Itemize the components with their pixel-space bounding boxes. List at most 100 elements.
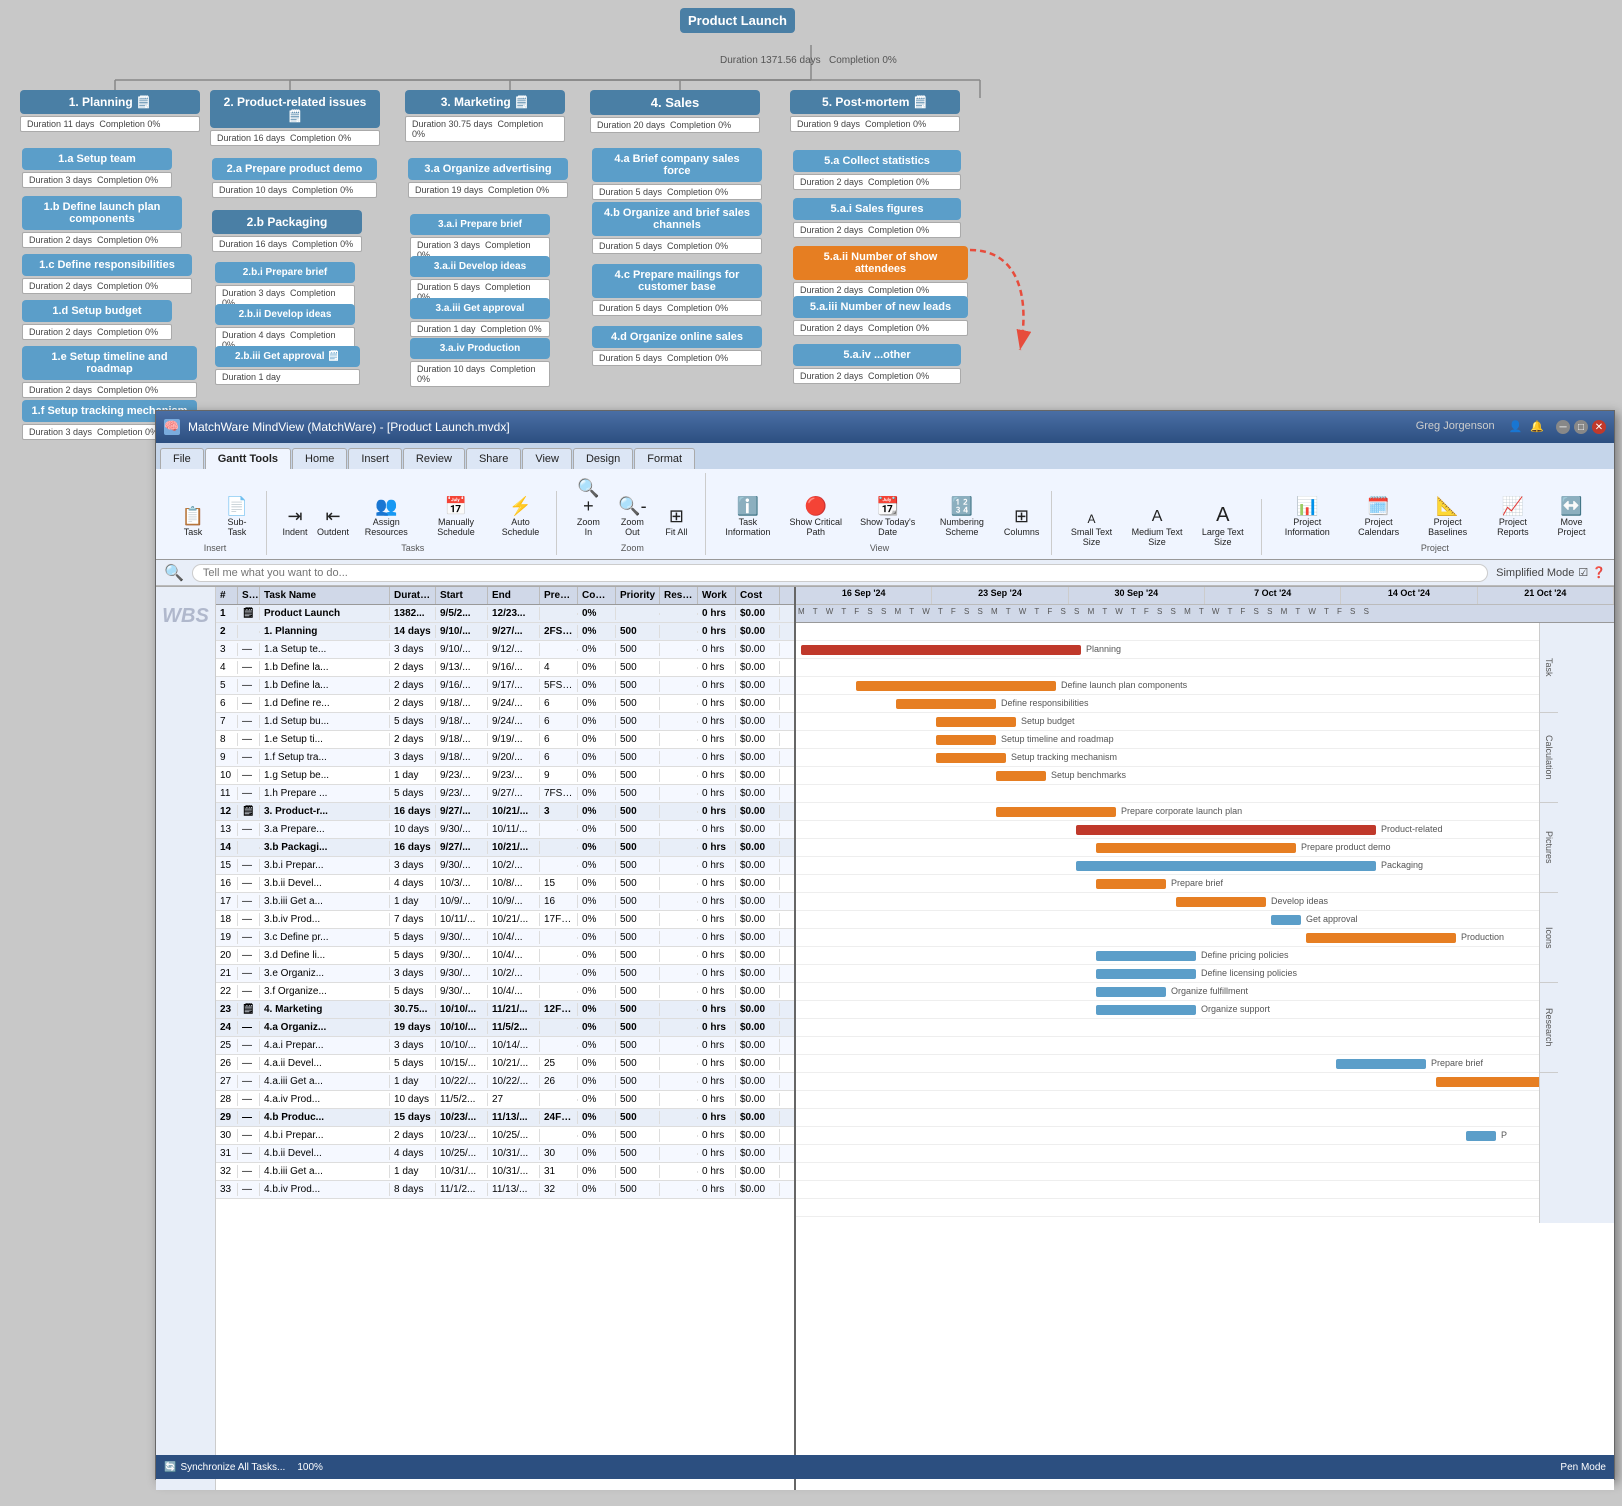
table-row[interactable]: 30 — 4.b.i Prepar... 2 days 10/23/... 10… [216, 1127, 794, 1145]
research-tab[interactable]: Research [1540, 983, 1558, 1073]
project-reports-button[interactable]: 📈 Project Reports [1483, 493, 1543, 541]
branch-product[interactable]: 2. Product-related issues 🗒 Duration 16 … [210, 90, 380, 146]
table-row[interactable]: 23 🗒 4. Marketing 30.75... 10/10/... 11/… [216, 1001, 794, 1019]
branch-sales[interactable]: 4. Sales Duration 20 days Completion 0% [590, 90, 760, 133]
task-tab[interactable]: Task [1540, 623, 1558, 713]
table-row[interactable]: 6 — 1.d Define re... 2 days 9/18/... 9/2… [216, 695, 794, 713]
node-sales-brief[interactable]: 4.a Brief company sales force Duration 5… [592, 148, 762, 200]
table-row[interactable]: 14 3.b Packagi... 16 days 9/27/... 10/21… [216, 839, 794, 857]
node-setup-budget[interactable]: 1.d Setup budget Duration 2 days Complet… [22, 300, 172, 340]
node-define-resp[interactable]: 1.c Define responsibilities Duration 2 d… [22, 254, 192, 294]
ribbon-tab-design[interactable]: Design [573, 448, 633, 469]
project-info-button[interactable]: 📊 Project Information [1272, 493, 1343, 541]
icons-tab[interactable]: Icons [1540, 893, 1558, 983]
node-define-launch[interactable]: 1.b Define launch plan components Durati… [22, 196, 182, 248]
node-new-leads[interactable]: 5.a.iii Number of new leads Duration 2 d… [793, 296, 968, 336]
project-baselines-button[interactable]: 📐 Project Baselines [1415, 493, 1481, 541]
node-mailings[interactable]: 4.c Prepare mailings for customer base D… [592, 264, 762, 316]
table-row[interactable]: 15 — 3.b.i Prepar... 3 days 9/30/... 10/… [216, 857, 794, 875]
table-row[interactable]: 31 — 4.b.ii Devel... 4 days 10/25/... 10… [216, 1145, 794, 1163]
assign-resources-button[interactable]: 👥 Assign Resources [353, 493, 419, 541]
table-row[interactable]: 19 — 3.c Define pr... 5 days 9/30/... 10… [216, 929, 794, 947]
node-setup-team[interactable]: 1.a Setup team Duration 3 days Completio… [22, 148, 172, 188]
close-button[interactable]: ✕ [1592, 420, 1606, 434]
table-row[interactable]: 2 1. Planning 14 days 9/10/... 9/27/... … [216, 623, 794, 641]
node-pkg-approval[interactable]: 2.b.iii Get approval 🗒 Duration 1 day [215, 346, 360, 385]
ribbon-tab-file[interactable]: File [160, 448, 204, 469]
node-collect-stats[interactable]: 5.a Collect statistics Duration 2 days C… [793, 150, 961, 190]
table-row[interactable]: 5 — 1.b Define la... 2 days 9/16/... 9/1… [216, 677, 794, 695]
table-row[interactable]: 3 — 1.a Setup te... 3 days 9/10/... 9/12… [216, 641, 794, 659]
table-row[interactable]: 26 — 4.a.ii Devel... 5 days 10/15/... 10… [216, 1055, 794, 1073]
table-row[interactable]: 4 — 1.b Define la... 2 days 9/13/... 9/1… [216, 659, 794, 677]
table-row[interactable]: 13 — 3.a Prepare... 10 days 9/30/... 10/… [216, 821, 794, 839]
small-text-button[interactable]: A Small Text Size [1062, 509, 1122, 551]
medium-text-button[interactable]: A Medium Text Size [1123, 505, 1190, 551]
ribbon-tab-review[interactable]: Review [403, 448, 465, 469]
task-information-button[interactable]: ℹ️ Task Information [716, 493, 779, 541]
node-sales-channels[interactable]: 4.b Organize and brief sales channels Du… [592, 202, 762, 254]
node-mkt-approval[interactable]: 3.a.iii Get approval Duration 1 day Comp… [410, 298, 550, 337]
ribbon-tab-home[interactable]: Home [292, 448, 347, 469]
fit-all-button[interactable]: ⊞ Fit All [655, 503, 697, 541]
node-online-sales[interactable]: 4.d Organize online sales Duration 5 day… [592, 326, 762, 366]
node-organize-adv[interactable]: 3.a Organize advertising Duration 19 day… [408, 158, 568, 198]
pictures-tab[interactable]: Pictures [1540, 803, 1558, 893]
table-row[interactable]: 28 — 4.a.iv Prod... 10 days 11/5/2... 27… [216, 1091, 794, 1109]
table-row[interactable]: 29 — 4.b Produc... 15 days 10/23/... 11/… [216, 1109, 794, 1127]
node-product-demo[interactable]: 2.a Prepare product demo Duration 10 day… [212, 158, 377, 198]
maximize-button[interactable]: □ [1574, 420, 1588, 434]
zoom-out-button[interactable]: 🔍- Zoom Out [611, 493, 653, 541]
ribbon-tab-format[interactable]: Format [634, 448, 695, 469]
node-setup-timeline[interactable]: 1.e Setup timeline and roadmap Duration … [22, 346, 197, 398]
table-row[interactable]: 9 — 1.f Setup tra... 3 days 9/18/... 9/2… [216, 749, 794, 767]
indent-button[interactable]: ⇥ Indent [277, 503, 313, 541]
zoom-in-button[interactable]: 🔍+ Zoom In [567, 475, 609, 541]
node-other[interactable]: 5.a.iv ...other Duration 2 days Completi… [793, 344, 961, 384]
table-row[interactable]: 32 — 4.b.iii Get a... 1 day 10/31/... 10… [216, 1163, 794, 1181]
simplified-mode-toggle[interactable]: Simplified Mode ☑ ❓ [1496, 566, 1606, 579]
table-row[interactable]: 24 — 4.a Organiz... 19 days 10/10/... 11… [216, 1019, 794, 1037]
ribbon-tab-share[interactable]: Share [466, 448, 521, 469]
branch-marketing[interactable]: 3. Marketing 🗒 Duration 30.75 days Compl… [405, 90, 565, 142]
move-project-button[interactable]: ↔️ Move Project [1545, 493, 1598, 541]
task-button[interactable]: 📋 Task [172, 503, 214, 541]
table-row[interactable]: 17 — 3.b.iii Get a... 1 day 10/9/... 10/… [216, 893, 794, 911]
central-node[interactable]: Product Launch [680, 8, 795, 33]
outdent-button[interactable]: ⇤ Outdent [315, 503, 351, 541]
branch-planning[interactable]: 1. Planning 🗒 Duration 11 days Completio… [20, 90, 200, 132]
node-mkt-production[interactable]: 3.a.iv Production Duration 10 days Compl… [410, 338, 550, 387]
search-input[interactable] [192, 564, 1488, 582]
table-row[interactable]: 22 — 3.f Organize... 5 days 9/30/... 10/… [216, 983, 794, 1001]
table-row[interactable]: 27 — 4.a.iii Get a... 1 day 10/22/... 10… [216, 1073, 794, 1091]
subtask-button[interactable]: 📄 Sub-Task [216, 493, 258, 541]
branch-postmortem[interactable]: 5. Post-mortem 🗒 Duration 9 days Complet… [790, 90, 960, 132]
ribbon-tab-view[interactable]: View [522, 448, 572, 469]
table-row[interactable]: 11 — 1.h Prepare ... 5 days 9/23/... 9/2… [216, 785, 794, 803]
table-row[interactable]: 12 🗒 3. Product-r... 16 days 9/27/... 10… [216, 803, 794, 821]
table-row[interactable]: 25 — 4.a.i Prepar... 3 days 10/10/... 10… [216, 1037, 794, 1055]
table-row[interactable]: 33 — 4.b.iv Prod... 8 days 11/1/2... 11/… [216, 1181, 794, 1199]
numbering-button[interactable]: 🔢 Numbering Scheme [925, 493, 998, 541]
table-row[interactable]: 21 — 3.e Organiz... 3 days 9/30/... 10/2… [216, 965, 794, 983]
project-calendars-button[interactable]: 🗓️ Project Calendars [1345, 493, 1413, 541]
node-sales-figures[interactable]: 5.a.i Sales figures Duration 2 days Comp… [793, 198, 961, 238]
table-row[interactable]: 18 — 3.b.iv Prod... 7 days 10/11/... 10/… [216, 911, 794, 929]
ribbon-tab-insert[interactable]: Insert [348, 448, 402, 469]
table-area[interactable]: # Sch. Task Name Durati... Start End Pre… [216, 587, 796, 1490]
large-text-button[interactable]: A Large Text Size [1193, 501, 1253, 551]
todays-date-button[interactable]: 📆 Show Today's Date [852, 493, 923, 541]
calculation-tab[interactable]: Calculation [1540, 713, 1558, 803]
manually-schedule-button[interactable]: 📅 Manually Schedule [421, 493, 490, 541]
node-attendees[interactable]: 5.a.ii Number of show attendees Duration… [793, 246, 968, 298]
auto-schedule-button[interactable]: ⚡ Auto Schedule [493, 493, 549, 541]
table-row[interactable]: 20 — 3.d Define li... 5 days 9/30/... 10… [216, 947, 794, 965]
pen-mode-status[interactable]: Pen Mode [1560, 1462, 1606, 1473]
table-row[interactable]: 10 — 1.g Setup be... 1 day 9/23/... 9/23… [216, 767, 794, 785]
minimize-button[interactable]: ─ [1556, 420, 1570, 434]
sync-status[interactable]: 🔄 Synchronize All Tasks... [164, 1462, 285, 1473]
table-row[interactable]: 8 — 1.e Setup ti... 2 days 9/18/... 9/19… [216, 731, 794, 749]
ribbon-tab-gantt-tools[interactable]: Gantt Tools [205, 448, 291, 469]
critical-path-button[interactable]: 🔴 Show Critical Path [781, 493, 850, 541]
table-row[interactable]: 16 — 3.b.ii Devel... 4 days 10/3/... 10/… [216, 875, 794, 893]
